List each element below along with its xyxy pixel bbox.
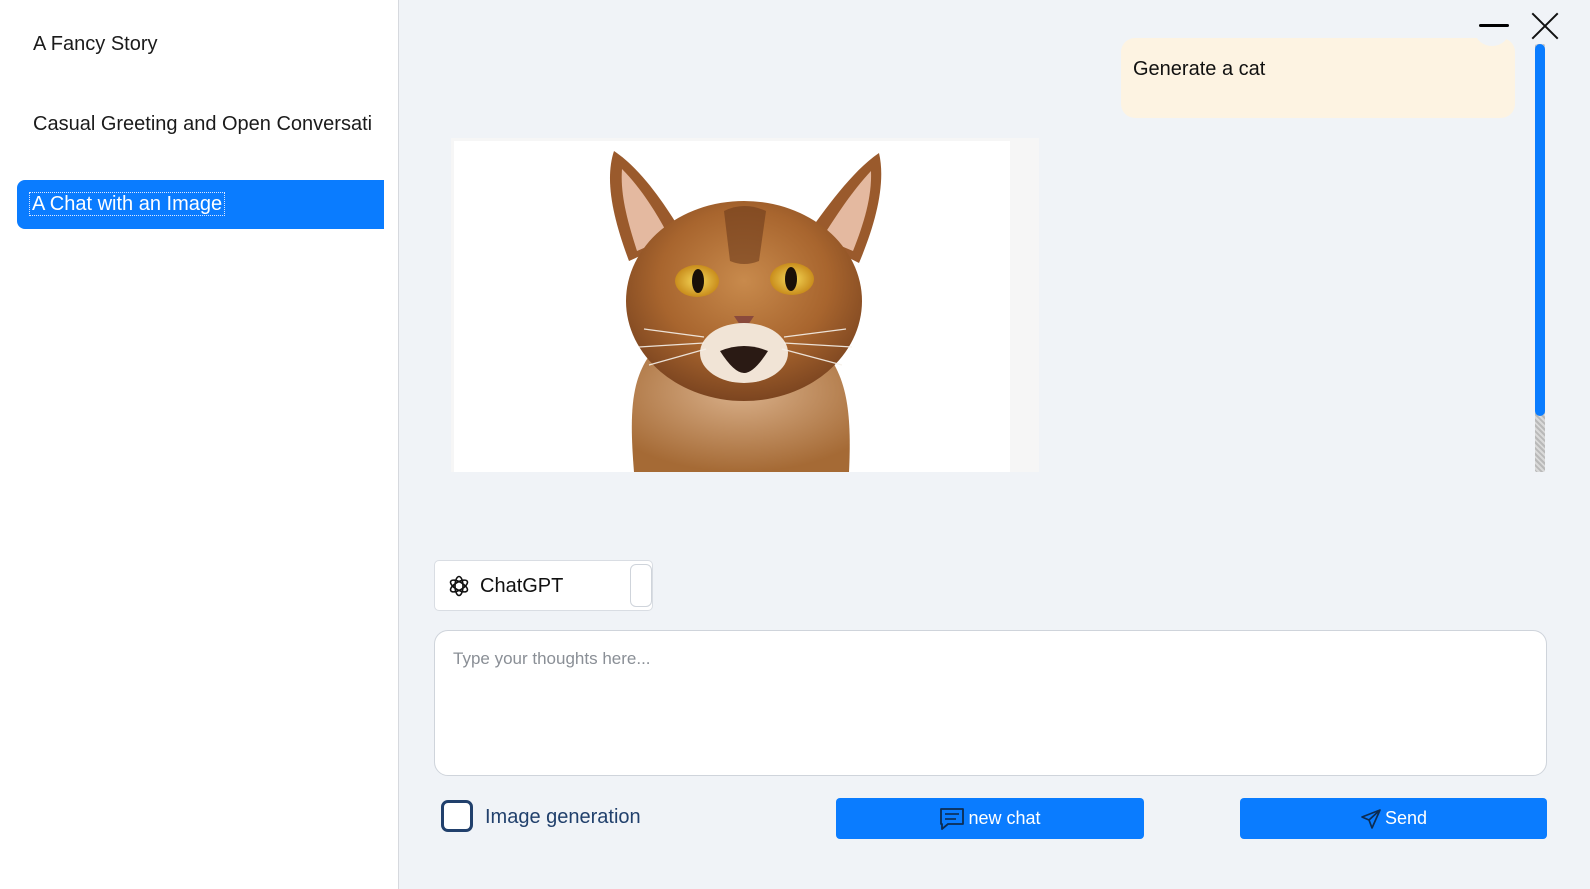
conversation-title: A Chat with an Image [29,192,226,216]
conversation-item-casual-greeting[interactable]: Casual Greeting and Open Conversati [17,99,384,149]
generated-cat-image[interactable] [454,141,1010,472]
prompt-input[interactable] [434,630,1547,776]
user-message-text: Generate a cat [1133,58,1266,80]
new-chat-label: new chat [968,808,1041,828]
conversation-item-chat-with-image[interactable]: A Chat with an Image [17,180,384,229]
scrollbar-thumb[interactable] [1535,44,1545,416]
send-button[interactable]: Send [1240,798,1547,839]
openai-icon [449,575,469,597]
minimize-icon[interactable] [1479,22,1509,28]
conversation-title: Casual Greeting and Open Conversati [33,113,373,135]
close-icon[interactable] [1530,11,1560,41]
user-message-bubble: Generate a cat [1121,38,1515,118]
conversation-sidebar: A Fancy Story Casual Greeting and Open C… [0,0,399,889]
chat-area: Generate a cat ChatGPT Type your thought… [399,0,1590,889]
paper-plane-icon [1361,808,1381,829]
new-chat-button[interactable]: new chat [836,798,1144,839]
bubble-notch [1475,16,1509,46]
model-dropdown-toggle[interactable] [630,564,652,607]
send-label: Send [1384,808,1428,828]
image-generation-label: Image generation [485,806,641,828]
chat-scrollbar[interactable] [1533,44,1547,472]
model-selected-label: ChatGPT [480,575,564,597]
model-selector[interactable]: ChatGPT [434,560,653,611]
conversation-title: A Fancy Story [33,33,158,55]
conversation-item-fancy-story[interactable]: A Fancy Story [17,19,384,69]
generated-image-container [451,138,1039,472]
image-generation-checkbox[interactable] [441,800,473,832]
chat-bubble-icon [940,807,965,830]
cat-illustration [609,151,882,472]
